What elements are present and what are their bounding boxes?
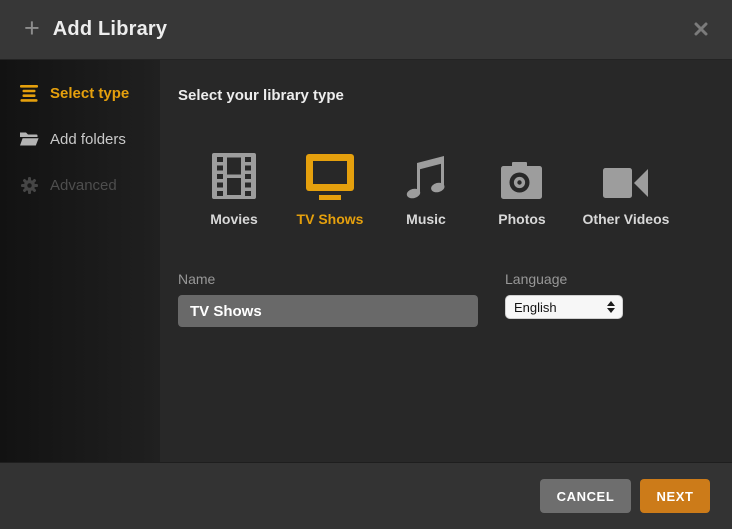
library-name-input[interactable] [178,295,478,327]
sidebar-item-advanced[interactable]: Advanced [0,162,160,208]
library-type-tv-shows[interactable]: TV Shows [282,148,378,227]
library-type-label: Music [406,211,446,227]
dialog-title: Add Library [52,18,168,40]
library-type-label: Movies [210,211,258,227]
film-icon [211,148,257,200]
add-library-dialog: + Add Library Select type Add folders Ad… [0,0,732,529]
cancel-button[interactable]: CANCEL [540,479,631,513]
camera-icon [501,148,543,200]
sidebar-item-select-type[interactable]: Select type [0,70,160,116]
library-type-picker: Movies TV Shows Music Photos Other Video… [178,148,732,227]
gear-icon [19,176,39,194]
folder-icon [19,131,39,147]
select-arrows-icon [607,301,615,313]
sidebar-item-label: Select type [50,84,130,102]
next-button[interactable]: NEXT [640,479,710,513]
close-button[interactable] [692,20,710,38]
close-icon [694,22,708,36]
language-select[interactable]: English [505,295,623,319]
library-type-movies[interactable]: Movies [186,148,282,227]
tv-icon [305,148,355,200]
library-type-label: TV Shows [296,211,364,227]
sidebar-item-label: Advanced [50,176,117,194]
video-camera-icon [603,148,649,200]
list-lines-icon [19,84,39,102]
language-selected-value: English [514,299,557,315]
dialog-header: + Add Library [0,0,732,60]
language-field-group: Language English [505,271,623,327]
wizard-steps-sidebar: Select type Add folders Advanced [0,60,160,462]
music-note-icon [403,148,449,200]
plus-icon: + [24,12,40,43]
sidebar-item-add-folders[interactable]: Add folders [0,116,160,162]
library-details-fields: Name Language English [178,271,732,327]
dialog-footer: CANCEL NEXT [0,462,732,529]
name-label: Name [178,271,216,287]
library-type-label: Photos [498,211,546,227]
select-type-panel: Select your library type Movies TV Shows… [160,60,732,462]
library-type-other-videos[interactable]: Other Videos [570,148,682,227]
library-type-photos[interactable]: Photos [474,148,570,227]
dialog-body: Select type Add folders Advanced Select … [0,60,732,462]
library-type-label: Other Videos [582,211,670,227]
sidebar-item-label: Add folders [50,130,126,148]
language-label: Language [505,271,568,287]
name-field-group: Name [178,271,505,327]
panel-heading: Select your library type [178,87,344,104]
library-type-music[interactable]: Music [378,148,474,227]
